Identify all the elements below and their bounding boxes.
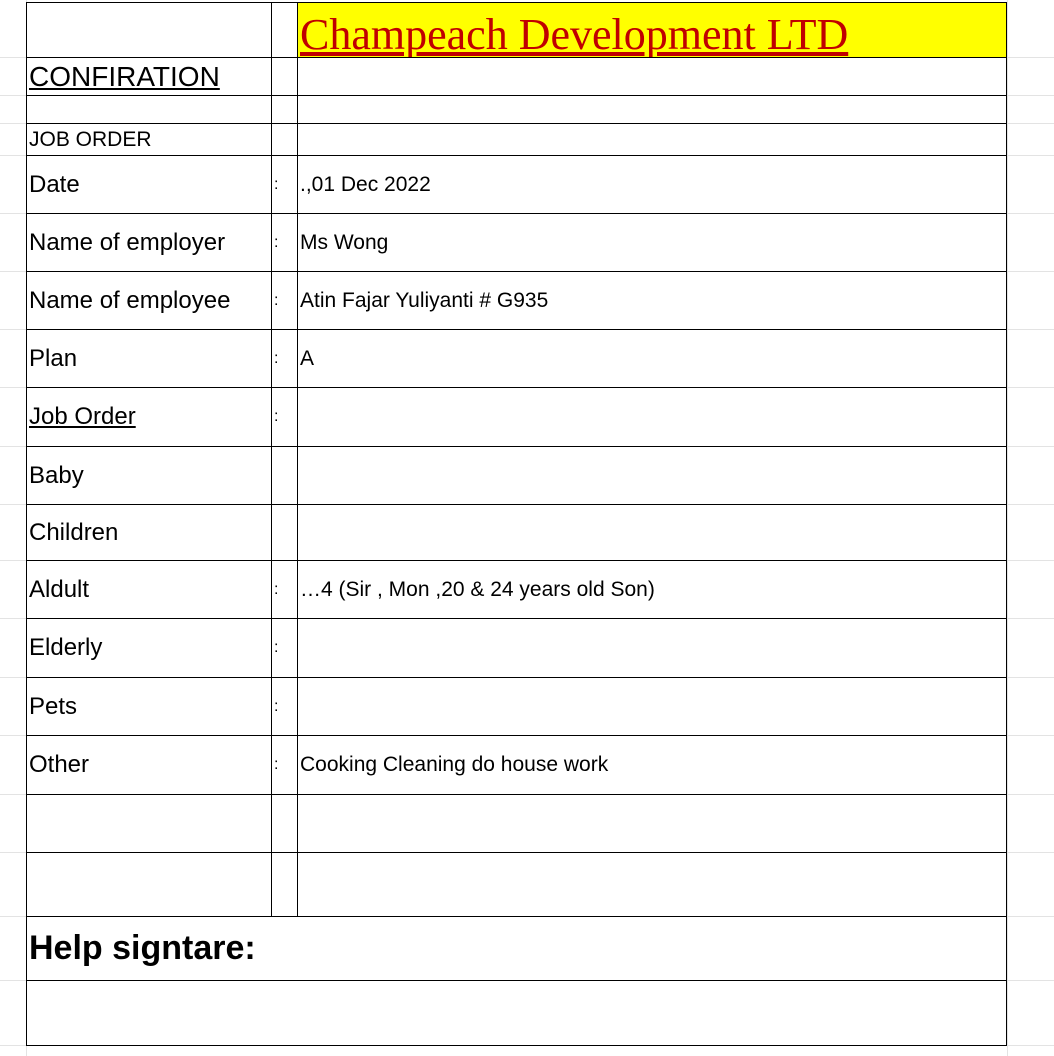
elderly-separator: : bbox=[272, 619, 298, 677]
field-row-baby: Baby bbox=[26, 447, 1007, 505]
section-label: JOB ORDER bbox=[27, 124, 272, 155]
title-blank-cell bbox=[27, 3, 272, 57]
signature-area bbox=[298, 917, 1006, 980]
blank-row-1 bbox=[26, 795, 1007, 853]
spacer-row bbox=[26, 96, 1007, 124]
adult-value: …4 (Sir , Mon ,20 & 24 years old Son) bbox=[300, 577, 655, 601]
section-row: JOB ORDER bbox=[26, 124, 1007, 156]
children-value bbox=[298, 505, 1006, 560]
blank-row-2 bbox=[26, 853, 1007, 917]
pets-separator: : bbox=[272, 678, 298, 735]
field-row-adult: Aldult : …4 (Sir , Mon ,20 & 24 years ol… bbox=[26, 561, 1007, 619]
plan-label: Plan bbox=[27, 330, 272, 387]
adult-label: Aldult bbox=[27, 561, 272, 618]
employee-label: Name of employee bbox=[27, 272, 272, 329]
field-row-elderly: Elderly : bbox=[26, 619, 1007, 678]
field-row-date: Date : .,01 Dec 2022 bbox=[26, 156, 1007, 214]
field-row-employee: Name of employee : Atin Fajar Yuliyanti … bbox=[26, 272, 1007, 330]
field-row-job-order: Job Order : bbox=[26, 388, 1007, 447]
job-order-label: Job Order bbox=[27, 388, 272, 446]
form-heading: CONFIRATION bbox=[27, 58, 272, 95]
date-value: .,01 Dec 2022 bbox=[300, 172, 431, 196]
job-order-value bbox=[298, 388, 1006, 446]
employer-separator: : bbox=[272, 214, 298, 271]
baby-value bbox=[298, 447, 1006, 504]
plan-separator: : bbox=[272, 330, 298, 387]
employee-separator: : bbox=[272, 272, 298, 329]
employer-value: Ms Wong bbox=[300, 230, 389, 254]
signature-blank-cell bbox=[27, 981, 1006, 1045]
employee-value: Atin Fajar Yuliyanti # G935 bbox=[300, 288, 549, 312]
company-name: Champeach Development LTD bbox=[298, 3, 1006, 57]
field-row-pets: Pets : bbox=[26, 678, 1007, 736]
job-order-separator: : bbox=[272, 388, 298, 446]
other-separator: : bbox=[272, 736, 298, 794]
field-row-employer: Name of employer : Ms Wong bbox=[26, 214, 1007, 272]
field-row-plan: Plan : A bbox=[26, 330, 1007, 388]
date-separator: : bbox=[272, 156, 298, 213]
other-label: Other bbox=[27, 736, 272, 794]
signature-row: Help signtare: bbox=[26, 917, 1007, 981]
signature-label: Help signtare: bbox=[29, 929, 256, 967]
date-label: Date bbox=[27, 156, 272, 213]
field-row-children: Children bbox=[26, 505, 1007, 561]
pets-label: Pets bbox=[27, 678, 272, 735]
elderly-label: Elderly bbox=[27, 619, 272, 677]
baby-label: Baby bbox=[27, 447, 272, 504]
elderly-value bbox=[298, 619, 1006, 677]
children-label: Children bbox=[27, 505, 272, 560]
field-row-other: Other : Cooking Cleaning do house work bbox=[26, 736, 1007, 795]
signature-blank-row bbox=[26, 981, 1007, 1046]
job-order-form: Champeach Development LTD CONFIRATION JO… bbox=[26, 2, 1007, 1046]
other-value: Cooking Cleaning do house work bbox=[300, 753, 609, 776]
pets-value bbox=[298, 678, 1006, 735]
employer-label: Name of employer bbox=[27, 214, 272, 271]
heading-row: CONFIRATION bbox=[26, 58, 1007, 96]
adult-separator: : bbox=[272, 561, 298, 618]
title-sep-cell bbox=[272, 3, 298, 57]
plan-value: A bbox=[300, 346, 315, 370]
title-row: Champeach Development LTD bbox=[26, 2, 1007, 58]
